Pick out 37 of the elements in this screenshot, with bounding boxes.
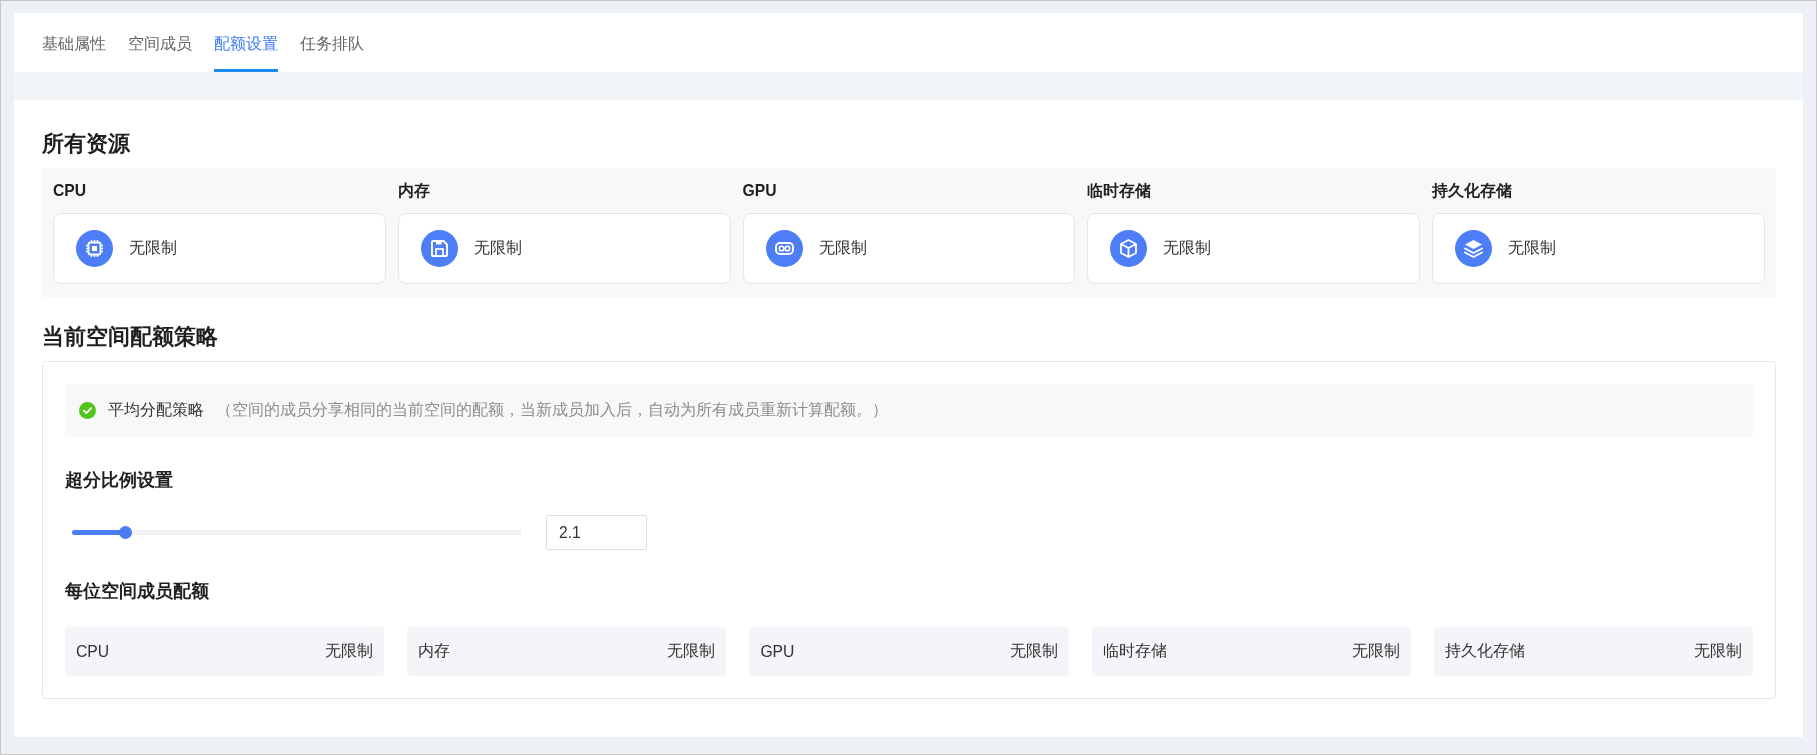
resource-value: 无限制 (1508, 238, 1557, 258)
resource-label: 临时存储 (1087, 181, 1152, 201)
cube-icon (1110, 230, 1148, 267)
policy-name: 平均分配策略 (108, 400, 204, 420)
tab[interactable]: 配额设置 (214, 13, 278, 72)
section-title: 所有资源 (42, 131, 130, 157)
subsection-title: 超分比例设置 (65, 469, 173, 492)
quota-label: 临时存储 (1102, 641, 1167, 661)
tab[interactable]: 基础属性 (42, 13, 106, 72)
resource-label: 内存 (397, 181, 430, 201)
resource-value: 无限制 (129, 238, 177, 258)
layers-icon (1455, 230, 1493, 267)
resource-label: GPU (742, 181, 777, 201)
quota-label: CPU (76, 642, 110, 661)
resource-value: 无限制 (818, 238, 867, 258)
policy-description: （空间的成员分享相同的当前空间的配额，当新成员加入后，自动为所有成员重新计算配额。） (216, 400, 888, 420)
resource-label: 持久化存储 (1432, 181, 1513, 201)
tab[interactable]: 空间成员 (128, 13, 192, 72)
floppy-disk-icon (420, 230, 458, 267)
quota-value: 无限制 (667, 641, 716, 661)
tab[interactable]: 任务排队 (300, 13, 364, 72)
section-title: 当前空间配额策略 (42, 324, 218, 350)
ratio-input[interactable]: 2.1 (546, 515, 647, 550)
quota-value: 无限制 (1694, 641, 1742, 661)
chip-icon (76, 230, 113, 267)
quota-label: 内存 (418, 641, 451, 661)
resource-label: CPU (53, 181, 87, 201)
quota-value: 无限制 (1009, 641, 1058, 661)
quota-label: GPU (760, 642, 795, 661)
quota-label: 持久化存储 (1444, 641, 1525, 661)
quota-value: 无限制 (325, 641, 374, 661)
subsection-title: 每位空间成员配额 (65, 580, 209, 603)
quota-value: 无限制 (1351, 641, 1400, 661)
resource-value: 无限制 (473, 238, 522, 258)
graphics-card-icon (765, 230, 803, 267)
resource-value: 无限制 (1163, 238, 1212, 258)
slider-handle[interactable] (119, 526, 133, 539)
